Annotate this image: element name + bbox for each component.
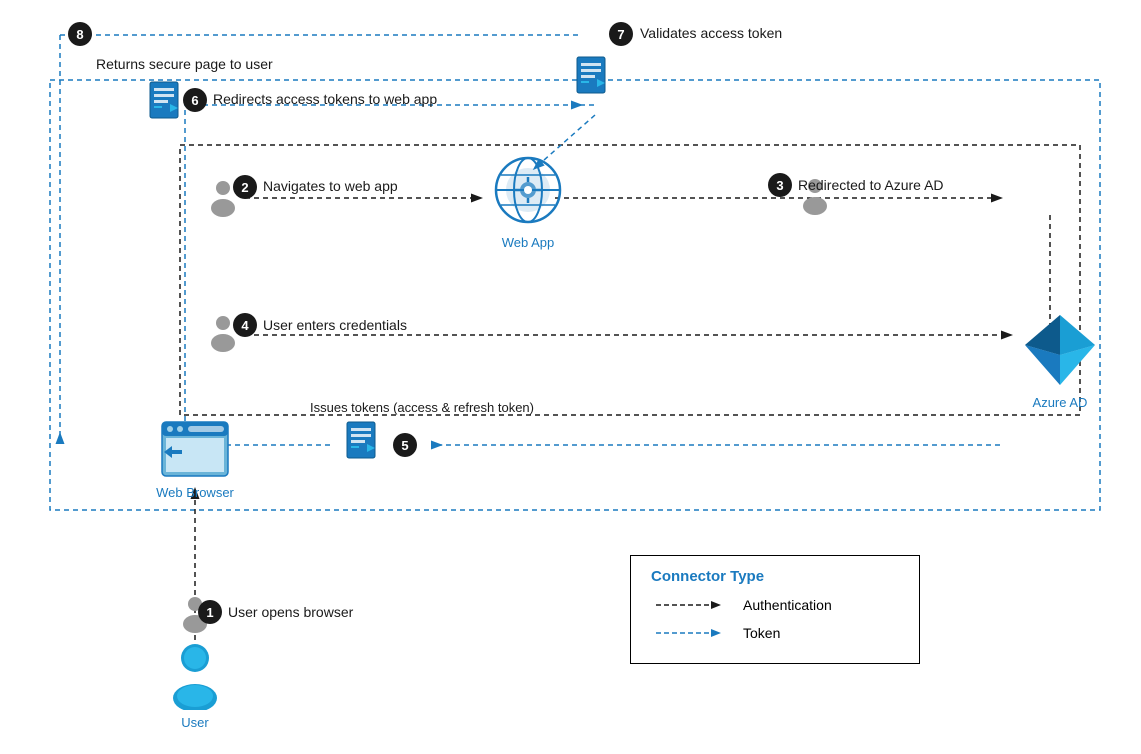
step3-label: Redirected to Azure AD xyxy=(798,177,944,193)
step-badge-1: 1 xyxy=(198,600,222,624)
step8-label: Returns secure page to user xyxy=(96,56,273,72)
web-browser-icon xyxy=(160,420,230,480)
web-browser-node: Web Browser xyxy=(150,420,240,500)
connector-legend: Connector Type Authentication Token xyxy=(630,555,920,664)
legend-token-label: Token xyxy=(743,625,780,641)
user-node: User xyxy=(155,640,235,730)
step-badge-8: 8 xyxy=(68,22,92,46)
step6-token-icon xyxy=(148,80,184,125)
user-icon xyxy=(165,640,225,710)
step-badge-4: 4 xyxy=(233,313,257,337)
legend-title: Connector Type xyxy=(651,568,899,585)
step6-label: Redirects access tokens to web app xyxy=(213,91,437,107)
step2-label: Navigates to web app xyxy=(263,178,398,194)
step-badge-2: 2 xyxy=(233,175,257,199)
step-badge-6: 6 xyxy=(183,88,207,112)
authentication-line-icon xyxy=(651,595,731,615)
step-badge-3: 3 xyxy=(768,173,792,197)
step5-label: Issues tokens (access & refresh token) xyxy=(310,400,534,415)
azure-ad-label: Azure AD xyxy=(1010,395,1110,410)
step5-doc-icon xyxy=(345,420,381,460)
legend-authentication: Authentication xyxy=(651,595,899,615)
step4-label: User enters credentials xyxy=(263,317,407,333)
web-app-icon xyxy=(493,155,563,230)
step1-label: User opens browser xyxy=(228,604,353,620)
step-badge-7: 7 xyxy=(609,22,633,46)
web-browser-label: Web Browser xyxy=(150,485,240,500)
legend-token: Token xyxy=(651,623,899,643)
legend-authentication-label: Authentication xyxy=(743,597,832,613)
token-line-icon xyxy=(651,623,731,643)
step-badge-5: 5 xyxy=(393,433,417,457)
web-app-label: Web App xyxy=(488,235,568,250)
user-label: User xyxy=(155,715,235,730)
step5-token-icon xyxy=(345,420,381,465)
web-app-node: Web App xyxy=(488,155,568,250)
step7-token-icon xyxy=(575,55,611,100)
azure-ad-icon xyxy=(1020,310,1100,390)
azure-ad-node: Azure AD xyxy=(1010,310,1110,410)
step6-doc-icon xyxy=(148,80,184,120)
diagram-container: User Web Browser Web App xyxy=(0,0,1141,754)
step7-label: Validates access token xyxy=(640,25,782,41)
step7-doc-icon xyxy=(575,55,611,95)
